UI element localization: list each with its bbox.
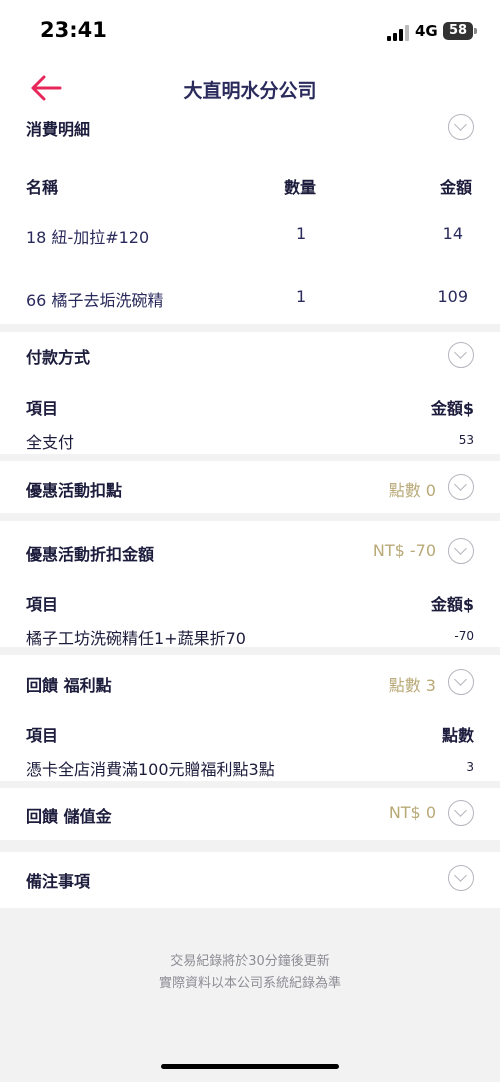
promo-points-section: 優惠活動扣點 點數 0 bbox=[0, 461, 500, 513]
chevron-down-icon[interactable] bbox=[448, 538, 474, 564]
footer-note-line2: 實際資料以本公司系統紀錄為準 bbox=[158, 976, 341, 991]
discount-row-label: 橘子工坊洗碗精任1+蔬果折70 bbox=[26, 629, 246, 648]
column-header-item: 項目 bbox=[26, 726, 59, 745]
reward-points-value: 點數 3 bbox=[388, 676, 436, 695]
battery-icon: 58 bbox=[443, 22, 477, 40]
reward-row-value: 3 bbox=[466, 760, 474, 774]
promo-discount-section: 優惠活動折扣金額 NT$ -70 項目 金額$ 橘子工坊洗碗精任1+蔬果折70 … bbox=[0, 521, 500, 648]
footer-note-line1: 交易紀錄將於30分鐘後更新 bbox=[170, 954, 330, 969]
column-header-amount: 金額 bbox=[439, 178, 472, 197]
item-name: 66 橘子去垢洗碗精 bbox=[26, 291, 164, 310]
chevron-down-icon[interactable] bbox=[448, 114, 474, 140]
chevron-down-icon[interactable] bbox=[448, 800, 474, 826]
discount-row-value: -70 bbox=[454, 629, 474, 643]
column-header-name: 名稱 bbox=[26, 178, 59, 197]
points-value: 點數 0 bbox=[388, 481, 436, 500]
column-header-points: 點數 bbox=[441, 726, 474, 745]
status-time: 23:41 bbox=[40, 18, 107, 42]
item-qty: 1 bbox=[296, 287, 307, 306]
column-header-item: 項目 bbox=[26, 595, 59, 614]
reward-row-label: 憑卡全店消費滿100元贈福利點3點 bbox=[26, 760, 275, 779]
section-header: 回饋 福利點 bbox=[26, 676, 112, 695]
nav-bar: 大直明水分公司 bbox=[0, 64, 500, 112]
column-header-amount: 金額$ bbox=[430, 595, 474, 614]
reward-points-section: 回饋 福利點 點數 3 項目 點數 憑卡全店消費滿100元贈福利點3點 3 bbox=[0, 655, 500, 781]
cellular-signal-icon bbox=[387, 25, 409, 41]
status-bar: 23:41 4G 58 bbox=[0, 0, 500, 64]
item-amount: 14 bbox=[442, 224, 463, 243]
item-name: 18 紐-加拉#120 bbox=[26, 228, 150, 247]
chevron-down-icon[interactable] bbox=[448, 865, 474, 891]
payment-row-value: 53 bbox=[458, 433, 474, 447]
section-header: 優惠活動折扣金額 bbox=[26, 545, 155, 564]
section-header: 優惠活動扣點 bbox=[26, 481, 123, 500]
payment-row-label: 全支付 bbox=[26, 433, 75, 452]
stored-value: NT$ 0 bbox=[388, 803, 436, 822]
section-header: 付款方式 bbox=[26, 348, 91, 367]
section-header: 備注事項 bbox=[26, 872, 91, 891]
section-header: 回饋 儲值金 bbox=[26, 807, 112, 826]
chevron-down-icon[interactable] bbox=[448, 669, 474, 695]
item-qty: 1 bbox=[296, 224, 307, 243]
column-header-qty: 數量 bbox=[284, 178, 317, 197]
stored-value-section: 回饋 儲值金 NT$ 0 bbox=[0, 788, 500, 840]
consumption-section: 消費明細 名稱 數量 金額 18 紐-加拉#120 1 14 66 橘子去垢洗碗… bbox=[0, 112, 500, 324]
network-type: 4G bbox=[415, 22, 438, 40]
page-title: 大直明水分公司 bbox=[183, 80, 317, 102]
item-amount: 109 bbox=[437, 287, 468, 306]
chevron-down-icon[interactable] bbox=[448, 342, 474, 368]
column-header-item: 項目 bbox=[26, 399, 59, 418]
payment-section: 付款方式 項目 金額$ 全支付 53 bbox=[0, 332, 500, 454]
notes-section: 備注事項 bbox=[0, 852, 500, 908]
column-header-amount: 金額$ bbox=[430, 399, 474, 418]
home-indicator[interactable] bbox=[161, 1064, 339, 1069]
section-header: 消費明細 bbox=[26, 120, 91, 139]
chevron-down-icon[interactable] bbox=[448, 474, 474, 500]
discount-value: NT$ -70 bbox=[372, 541, 436, 560]
